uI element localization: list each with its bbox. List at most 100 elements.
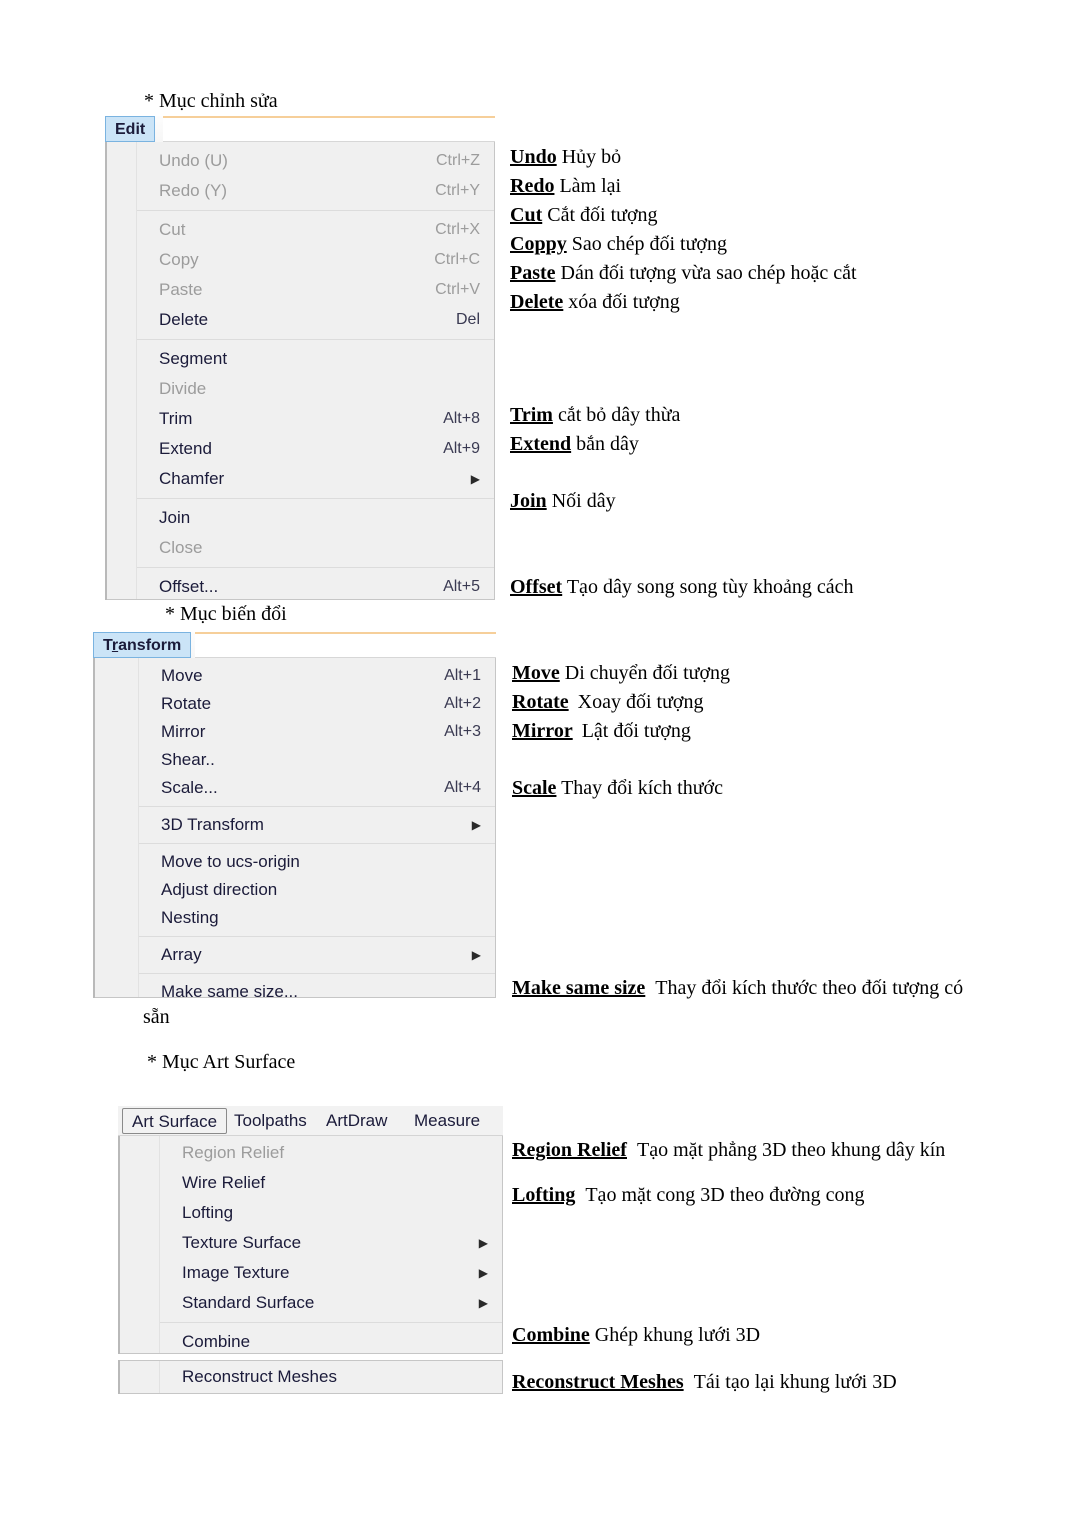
menu-item-label: Redo (Y) <box>159 181 228 200</box>
menu-item-label: Array <box>161 945 202 964</box>
menu-item-3d-transform[interactable]: 3D Transform ▶ <box>139 811 495 839</box>
menu-item-label: Delete <box>159 310 209 329</box>
annotation-term: Rotate <box>512 691 569 713</box>
annotation-move: Move Di chuyển đối tượng <box>512 661 730 686</box>
annotation-delete: Delete xóa đối tượng <box>510 290 680 315</box>
art-surface-menu-items: Region Relief Wire Relief Lofting Texture S… <box>160 1136 502 1359</box>
menu-item-shortcut: Alt+9 <box>443 440 480 457</box>
menu-separator <box>137 567 494 568</box>
menu-tab-transform-post: ansform <box>118 637 182 654</box>
annotation-desc: Xoay đối tượng <box>577 691 704 713</box>
annotation-term: Make same size <box>512 977 646 999</box>
menu-tab-edit[interactable]: Edit <box>105 116 156 142</box>
menu-item-label: Shear.. <box>161 750 215 769</box>
menu-item-shortcut: Ctrl+X <box>435 221 480 238</box>
menu-item-reconstruct-meshes[interactable]: Reconstruct Meshes <box>160 1361 502 1393</box>
menu-item-shortcut: Ctrl+V <box>435 281 480 298</box>
menu-item-label: Segment <box>159 349 228 368</box>
menu-tab-measure[interactable]: Measure <box>414 1108 480 1134</box>
menu-item-texture-surface[interactable]: Texture Surface ▶ <box>160 1228 502 1258</box>
menu-item-label: Adjust direction <box>161 880 278 899</box>
menu-item-delete[interactable]: Delete Del <box>137 305 494 335</box>
menu-tab-toolpaths[interactable]: Toolpaths <box>234 1108 307 1134</box>
annotation-undo: Undo Hủy bỏ <box>510 145 621 170</box>
menu-item-offset[interactable]: Offset... Alt+5 <box>137 572 494 602</box>
art-surface-panel-left-edge <box>118 1136 120 1354</box>
menu-separator <box>160 1322 502 1323</box>
menu-item-make-same-size[interactable]: Make same size... <box>139 978 495 1006</box>
menu-item-standard-surface[interactable]: Standard Surface ▶ <box>160 1288 502 1318</box>
menu-item-mirror[interactable]: Mirror Alt+3 <box>139 718 495 746</box>
menu-separator <box>137 210 494 211</box>
menu-item-cut: Cut Ctrl+X <box>137 215 494 245</box>
annotation-term: Trim <box>510 404 553 426</box>
menu-item-undo-u: Undo (U) Ctrl+Z <box>137 146 494 176</box>
menu-item-chamfer[interactable]: Chamfer ▶ <box>137 464 494 494</box>
menu-item-wire-relief[interactable]: Wire Relief <box>160 1168 502 1198</box>
menu-item-label: Paste <box>159 280 203 299</box>
menu-item-extend[interactable]: Extend Alt+9 <box>137 434 494 464</box>
submenu-arrow-icon: ▶ <box>471 948 481 962</box>
reconstruct-meshes-items: Reconstruct Meshes <box>160 1361 502 1393</box>
annotation-scale: Scale Thay đổi kích thước <box>512 776 723 801</box>
reconstruct-panel-left-edge <box>118 1360 120 1394</box>
submenu-arrow-icon: ▶ <box>470 472 480 486</box>
transform-menu-items: Move Alt+1 Rotate Alt+2 Mirror Alt+3 Shear.. Sc… <box>139 658 495 1008</box>
submenu-arrow-icon: ▶ <box>478 1296 488 1310</box>
submenu-arrow-icon: ▶ <box>478 1236 488 1250</box>
menu-separator <box>139 973 495 974</box>
section-heading-edit: * Mục chỉnh sửa <box>144 90 278 112</box>
annotation-term: Redo <box>510 175 555 197</box>
menu-tab-artdraw[interactable]: ArtDraw <box>326 1108 387 1134</box>
annotation-paste: Paste Dán đối tượng vừa sao chép hoặc cắ… <box>510 261 857 286</box>
annotation-term: Scale <box>512 777 557 799</box>
menu-item-divide: Divide <box>137 374 494 404</box>
menu-item-shortcut: Alt+4 <box>444 779 481 796</box>
edit-menu-panel: Undo (U) Ctrl+Z Redo (Y) Ctrl+Y Cut Ctrl+X Cop… <box>105 142 495 600</box>
annotation-extend: Extend bắn dây <box>510 432 639 457</box>
menu-item-move[interactable]: Move Alt+1 <box>139 662 495 690</box>
annotation-lofting: Lofting Tạo mặt cong 3D theo đường cong <box>512 1183 864 1208</box>
menu-item-label: 3D Transform <box>161 815 264 834</box>
menu-item-combine[interactable]: Combine <box>160 1327 502 1357</box>
menu-item-trim[interactable]: Trim Alt+8 <box>137 404 494 434</box>
menu-item-label: Region Relief <box>182 1143 285 1162</box>
menu-item-nesting[interactable]: Nesting <box>139 904 495 932</box>
menu-item-label: Rotate <box>161 694 212 713</box>
menu-tab-transform[interactable]: Transform <box>93 632 192 658</box>
menu-item-scale[interactable]: Scale... Alt+4 <box>139 774 495 802</box>
menu-item-region-relief: Region Relief <box>160 1138 502 1168</box>
menu-item-shortcut: Alt+5 <box>443 578 480 595</box>
menu-item-shear[interactable]: Shear.. <box>139 746 495 774</box>
annotation-term: Undo <box>510 146 557 168</box>
art-surface-menu-panel: Region Relief Wire Relief Lofting Texture S… <box>118 1136 503 1354</box>
annotation-desc: Ghép khung lưới 3D <box>594 1324 761 1346</box>
annotation-overflow-line: sẵn <box>143 1006 170 1028</box>
menu-item-label: Image Texture <box>182 1263 290 1282</box>
menu-item-shortcut: Ctrl+C <box>434 251 480 268</box>
annotation-redo: Redo Làm lại <box>510 174 621 199</box>
menu-item-segment[interactable]: Segment <box>137 344 494 374</box>
menu-item-image-texture[interactable]: Image Texture ▶ <box>160 1258 502 1288</box>
menu-item-close: Close <box>137 533 494 563</box>
menu-separator <box>137 339 494 340</box>
menu-item-label: Close <box>159 538 203 557</box>
menu-item-adjust-direction[interactable]: Adjust direction <box>139 876 495 904</box>
reconstruct-meshes-panel: Reconstruct Meshes <box>118 1360 503 1394</box>
annotation-join: Join Nối dây <box>510 489 616 514</box>
menu-tab-art-surface[interactable]: Art Surface <box>122 1108 228 1134</box>
menu-item-join[interactable]: Join <box>137 503 494 533</box>
menu-item-label: Combine <box>182 1332 251 1351</box>
menu-item-move-to-ucs-origin[interactable]: Move to ucs-origin <box>139 848 495 876</box>
menu-item-label: Lofting <box>182 1203 234 1222</box>
menu-item-rotate[interactable]: Rotate Alt+2 <box>139 690 495 718</box>
menu-item-lofting[interactable]: Lofting <box>160 1198 502 1228</box>
annotation-desc: Lật đối tượng <box>581 720 691 742</box>
menu-item-label: Join <box>159 508 191 527</box>
annotation-coppy: Coppy Sao chép đối tượng <box>510 232 727 257</box>
menu-item-array[interactable]: Array ▶ <box>139 941 495 969</box>
menu-item-label: Standard Surface <box>182 1293 315 1312</box>
annotation-desc: xóa đối tượng <box>568 291 680 313</box>
transform-menubar: Transform <box>93 632 496 659</box>
annotation-desc: Tạo dây song song tùy khoảng cách <box>566 576 854 598</box>
